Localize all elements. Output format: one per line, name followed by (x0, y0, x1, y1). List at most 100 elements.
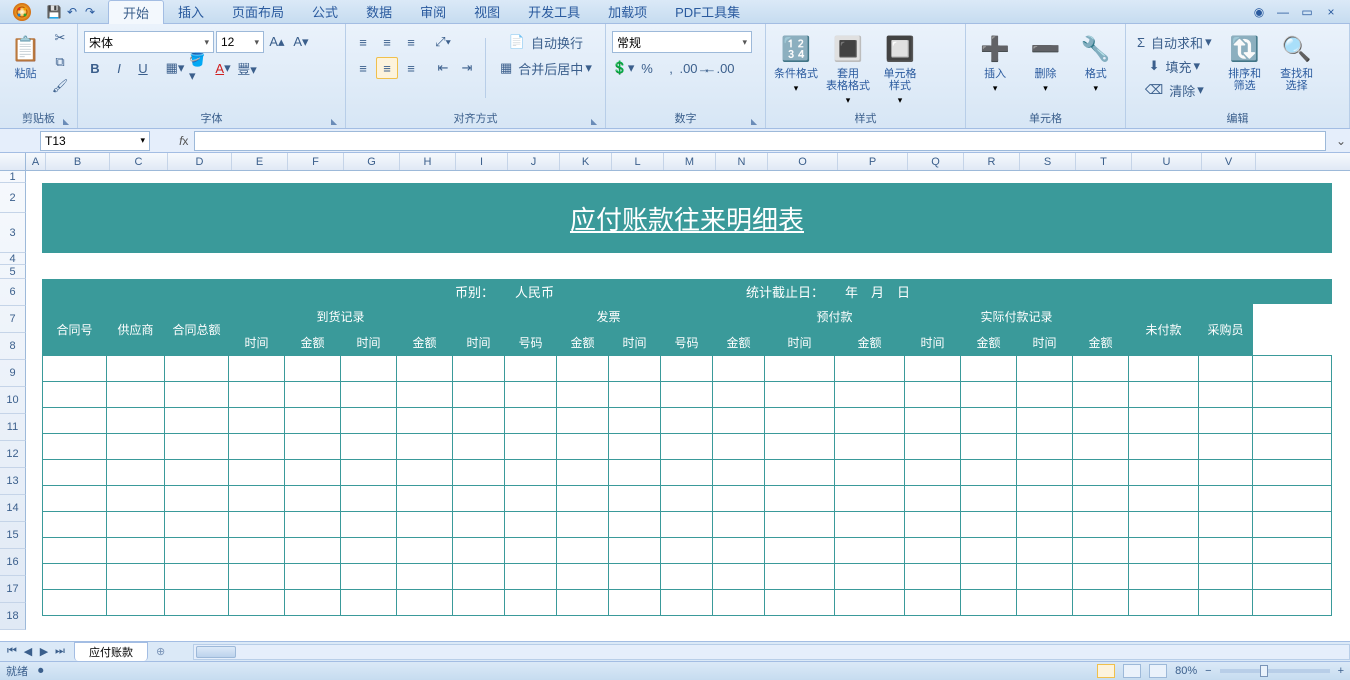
cell[interactable] (609, 460, 661, 486)
zoom-slider[interactable] (1220, 669, 1330, 673)
cell[interactable] (397, 564, 453, 590)
cell[interactable] (397, 460, 453, 486)
row-header[interactable]: 2 (0, 183, 26, 213)
tab-nav-next-icon[interactable]: ▶ (36, 645, 52, 658)
cell[interactable] (1253, 382, 1332, 408)
align-right-icon[interactable]: ≡ (400, 57, 422, 79)
cell[interactable] (1073, 486, 1129, 512)
cell[interactable] (165, 512, 229, 538)
cell[interactable] (905, 538, 961, 564)
cell[interactable] (661, 356, 713, 382)
cell[interactable] (397, 408, 453, 434)
cell[interactable] (557, 460, 609, 486)
cell[interactable] (905, 486, 961, 512)
cell[interactable] (229, 408, 285, 434)
cell[interactable] (285, 460, 341, 486)
cell[interactable] (765, 512, 835, 538)
col-header[interactable]: U (1132, 153, 1202, 170)
cell[interactable] (835, 356, 905, 382)
cell[interactable] (397, 590, 453, 616)
ribbon-tab-5[interactable]: 审阅 (406, 0, 460, 24)
cell[interactable] (453, 434, 505, 460)
expand-formula-icon[interactable]: ⌄ (1332, 134, 1350, 148)
cell[interactable] (557, 538, 609, 564)
cell[interactable] (661, 434, 713, 460)
cell[interactable] (165, 590, 229, 616)
cell[interactable] (661, 564, 713, 590)
cell[interactable] (713, 460, 765, 486)
cell[interactable] (1199, 434, 1253, 460)
undo-icon[interactable]: ↶ (64, 4, 80, 20)
format-painter-icon[interactable]: 🖌 (49, 75, 71, 97)
cell[interactable] (1253, 408, 1332, 434)
cell[interactable] (905, 408, 961, 434)
col-header[interactable]: T (1076, 153, 1132, 170)
cell[interactable] (397, 382, 453, 408)
wrap-text-button[interactable]: 📄 自动换行 (493, 31, 599, 53)
paste-button[interactable]: 📋 粘贴 (6, 27, 45, 80)
col-header[interactable]: H (400, 153, 456, 170)
cell[interactable] (765, 486, 835, 512)
cell[interactable] (961, 512, 1017, 538)
cell[interactable] (341, 460, 397, 486)
cell[interactable] (165, 538, 229, 564)
cell[interactable] (285, 486, 341, 512)
underline-button[interactable]: U (132, 57, 154, 79)
col-header[interactable]: R (964, 153, 1020, 170)
cell[interactable] (1073, 434, 1129, 460)
cell[interactable] (229, 356, 285, 382)
cell[interactable] (905, 590, 961, 616)
cell[interactable] (341, 564, 397, 590)
cell[interactable] (285, 356, 341, 382)
fill-color-button[interactable]: 🪣▾ (188, 57, 210, 79)
cell[interactable] (557, 382, 609, 408)
cell[interactable] (341, 382, 397, 408)
insert-cells-button[interactable]: ➕插入▾ (972, 27, 1018, 94)
cell[interactable] (1253, 538, 1332, 564)
cell[interactable] (713, 382, 765, 408)
cell[interactable] (165, 434, 229, 460)
tab-nav-last-icon[interactable]: ⏭ (52, 645, 68, 658)
zoom-out-icon[interactable]: − (1205, 665, 1211, 677)
cell[interactable] (229, 512, 285, 538)
cell[interactable] (1199, 408, 1253, 434)
zoom-in-icon[interactable]: + (1338, 665, 1344, 677)
cell[interactable] (905, 434, 961, 460)
cell[interactable] (453, 486, 505, 512)
cell[interactable] (453, 408, 505, 434)
col-header[interactable]: L (612, 153, 664, 170)
view-pagebreak-icon[interactable] (1149, 664, 1167, 678)
cell[interactable] (1073, 564, 1129, 590)
orientation-icon[interactable]: ⤢▾ (432, 31, 454, 53)
cell[interactable] (1073, 460, 1129, 486)
cell[interactable] (229, 486, 285, 512)
cell[interactable] (505, 460, 557, 486)
cell[interactable] (1129, 590, 1199, 616)
cell[interactable] (1073, 408, 1129, 434)
cell[interactable] (453, 538, 505, 564)
cell[interactable] (229, 590, 285, 616)
cell[interactable] (107, 356, 165, 382)
cell[interactable] (43, 408, 107, 434)
col-header[interactable]: I (456, 153, 508, 170)
cell[interactable] (765, 408, 835, 434)
cell[interactable] (1253, 356, 1332, 382)
cell[interactable] (107, 538, 165, 564)
ribbon-tab-7[interactable]: 开发工具 (514, 0, 594, 24)
font-size-combo[interactable]: 12▾ (216, 31, 264, 53)
row-header[interactable]: 16 (0, 549, 26, 576)
bold-button[interactable]: B (84, 57, 106, 79)
cell[interactable] (609, 434, 661, 460)
border-button[interactable]: ▦▾ (164, 57, 186, 79)
increase-indent-icon[interactable]: ⇥ (456, 57, 478, 79)
row-header[interactable]: 7 (0, 306, 26, 333)
cell[interactable] (609, 538, 661, 564)
cell[interactable] (961, 382, 1017, 408)
cell[interactable] (43, 486, 107, 512)
cell[interactable] (961, 434, 1017, 460)
cell[interactable] (661, 590, 713, 616)
cell[interactable] (1129, 538, 1199, 564)
cell[interactable] (397, 434, 453, 460)
cell[interactable] (1199, 590, 1253, 616)
cell[interactable] (713, 486, 765, 512)
